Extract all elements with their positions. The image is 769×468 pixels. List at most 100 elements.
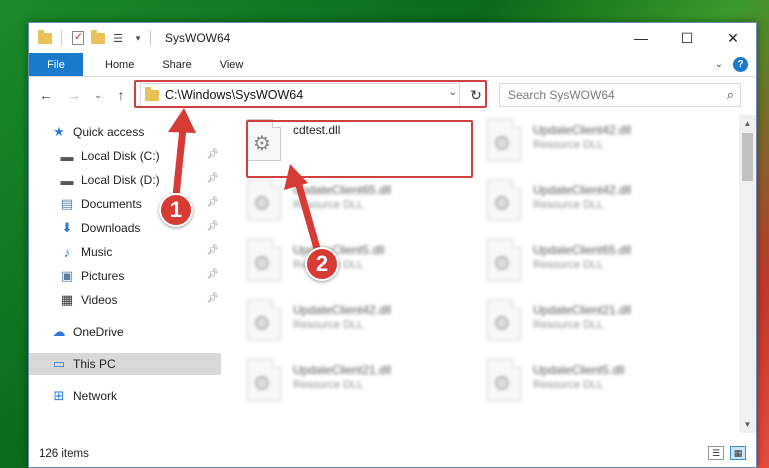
properties-icon[interactable]	[70, 30, 86, 46]
gear-icon: ⚙	[253, 133, 271, 155]
address-bar[interactable]: C:\Windows\SysWOW64 ⌄	[140, 83, 460, 107]
ribbon-tabs: File Home Share View ⌄ ?	[29, 53, 756, 77]
sidebar-item-downloads[interactable]: ⬇ Downloads 📌︎	[29, 217, 221, 239]
title-bar: ☰ ▾ SysWOW64 — ☐ ✕	[29, 23, 756, 53]
navigation-pane: ★ Quick access ▬ Local Disk (C:) 📌︎ ▬ Lo…	[29, 115, 221, 433]
file-item[interactable]: ⚙ UpdateClient65.dll Resource DLL	[229, 179, 459, 233]
details-view-icon[interactable]: ☰	[708, 446, 724, 460]
dll-file-icon: ⚙	[487, 119, 527, 167]
tab-share[interactable]: Share	[148, 53, 205, 76]
tab-home[interactable]: Home	[91, 53, 148, 76]
gear-icon: ⚙	[493, 313, 511, 335]
file-item[interactable]: ⚙ UpdateClient42.dll Resource DLL	[229, 299, 459, 353]
pin-icon[interactable]: 📌︎	[206, 269, 219, 280]
new-folder-icon[interactable]	[90, 29, 106, 46]
pin-icon[interactable]: 📌︎	[206, 149, 219, 160]
file-item[interactable]: ⚙ UpdateClient5.dll Resource DLL	[469, 359, 699, 413]
sidebar-item-onedrive[interactable]: ☁ OneDrive	[29, 321, 221, 343]
dll-file-icon: ⚙	[247, 179, 287, 227]
large-icons-view-icon[interactable]: ▦	[730, 446, 746, 460]
customize-toolbar-icon[interactable]: ☰	[110, 30, 126, 46]
refresh-icon[interactable]: ↻	[466, 85, 486, 105]
view-buttons: ☰ ▦	[708, 446, 746, 460]
pictures-icon: ▣	[60, 268, 74, 283]
videos-icon: ▦	[60, 292, 74, 307]
sidebar-item-quick-access[interactable]: ★ Quick access	[29, 121, 221, 143]
file-name: UpdateClient21.dll	[293, 363, 392, 377]
file-name: UpdateClient42.dll	[293, 303, 392, 317]
sidebar-item-label: Quick access	[73, 125, 145, 139]
sidebar-item-local-disk-d[interactable]: ▬ Local Disk (D:) 📌︎	[29, 169, 221, 191]
file-item[interactable]: ⚙ UpdateClient21.dll Resource DLL	[469, 299, 699, 353]
expand-ribbon-icon[interactable]: ⌄	[715, 59, 723, 70]
sidebar-item-pictures[interactable]: ▣ Pictures 📌︎	[29, 265, 221, 287]
pin-icon[interactable]: 📌︎	[206, 197, 219, 208]
tab-view[interactable]: View	[206, 53, 258, 76]
forward-button[interactable]: →	[63, 84, 85, 106]
dll-file-icon: ⚙	[487, 359, 527, 407]
dll-file-icon: ⚙	[247, 239, 287, 287]
file-name: UpdateClient21.dll	[533, 303, 632, 317]
sidebar-item-label: Documents	[81, 197, 142, 211]
sidebar-item-network[interactable]: ⊞ Network	[29, 385, 221, 407]
search-input[interactable]: Search SysWOW64 ⌕	[499, 83, 741, 107]
sidebar-item-videos[interactable]: ▦ Videos 📌︎	[29, 289, 221, 311]
back-button[interactable]: ←	[35, 84, 57, 106]
vertical-scrollbar[interactable]: ▲ ▼	[739, 115, 756, 433]
divider	[150, 30, 151, 46]
gear-icon: ⚙	[493, 193, 511, 215]
up-button[interactable]: ↑	[110, 84, 132, 106]
chevron-down-icon[interactable]: ▾	[130, 30, 146, 46]
divider	[61, 30, 62, 46]
file-item[interactable]: ⚙ UpdateClient65.dll Resource DLL	[469, 239, 699, 293]
recent-locations-button[interactable]: ⌄	[87, 84, 109, 106]
minimize-button[interactable]: —	[618, 23, 664, 53]
file-name: UpdateClient5.dll	[533, 363, 625, 377]
file-name: cdtest.dll	[293, 123, 341, 137]
pin-icon[interactable]: 📌︎	[206, 245, 219, 256]
gear-icon: ⚙	[253, 253, 271, 275]
gear-icon: ⚙	[253, 373, 271, 395]
sidebar-item-label: Network	[73, 389, 118, 403]
tab-file[interactable]: File	[29, 53, 83, 76]
scroll-up-icon[interactable]: ▲	[739, 115, 756, 132]
ribbon-right: ⌄ ?	[715, 53, 756, 76]
sidebar-item-label: This PC	[73, 357, 116, 371]
navigation-bar: ← → ⌄ ↑ C:\Windows\SysWOW64 ⌄ ↻ Search S…	[29, 80, 756, 109]
step-1-marker: 1	[159, 193, 193, 227]
folder-icon	[145, 86, 159, 101]
file-item[interactable]: ⚙ UpdateClient42.dll Resource DLL	[469, 119, 699, 173]
address-path[interactable]: C:\Windows\SysWOW64	[165, 88, 303, 102]
pin-icon[interactable]: 📌︎	[206, 221, 219, 232]
drive-icon: ▬	[60, 172, 74, 188]
pin-icon[interactable]: 📌︎	[206, 293, 219, 304]
dll-file-icon: ⚙	[247, 299, 287, 347]
file-item[interactable]: ⚙ UpdateClient21.dll Resource DLL	[229, 359, 459, 413]
file-item-cdtest[interactable]: ⚙ cdtest.dll	[229, 119, 459, 173]
file-name: UpdateClient42.dll	[533, 123, 632, 137]
dll-file-icon: ⚙	[487, 299, 527, 347]
file-item[interactable]: ⚙ UpdateClient5.dll Resource DLL	[229, 239, 459, 293]
maximize-button[interactable]: ☐	[664, 23, 710, 53]
pin-icon[interactable]: 📌︎	[206, 173, 219, 184]
gear-icon: ⚙	[493, 133, 511, 155]
close-button[interactable]: ✕	[710, 23, 756, 53]
sidebar-item-label: OneDrive	[73, 325, 124, 339]
search-icon[interactable]: ⌕	[727, 87, 734, 103]
sidebar-item-label: Music	[81, 245, 113, 259]
dll-file-icon: ⚙	[487, 239, 527, 287]
scroll-thumb[interactable]	[742, 133, 753, 181]
sidebar-item-music[interactable]: ♪ Music 📌︎	[29, 241, 221, 263]
sidebar-item-local-disk-c[interactable]: ▬ Local Disk (C:) 📌︎	[29, 145, 221, 167]
star-icon: ★	[53, 124, 65, 139]
help-icon[interactable]: ?	[733, 57, 748, 72]
network-icon: ⊞	[53, 388, 65, 403]
sidebar-item-this-pc[interactable]: ▭ This PC	[29, 353, 221, 375]
status-bar: 126 items ☰ ▦	[29, 441, 756, 467]
file-item[interactable]: ⚙ UpdateClient42.dll Resource DLL	[469, 179, 699, 233]
gear-icon: ⚙	[253, 313, 271, 335]
file-type: Resource DLL	[533, 259, 604, 271]
file-type: Resource DLL	[533, 139, 604, 151]
chevron-down-icon[interactable]: ⌄	[449, 87, 457, 98]
scroll-down-icon[interactable]: ▼	[739, 416, 756, 433]
